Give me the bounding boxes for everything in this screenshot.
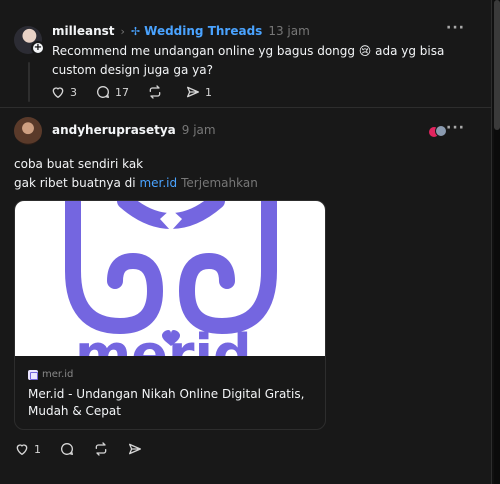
repost-icon (149, 85, 161, 99)
reply-button[interactable] (59, 441, 75, 457)
comment-icon (61, 443, 73, 455)
chevron-right-icon: › (120, 24, 125, 38)
thread-connector-line (28, 62, 30, 102)
post-header: andyheruprasetya 9 jam (52, 123, 216, 137)
like-button[interactable]: 3 (50, 84, 77, 100)
scrollbar-thumb[interactable] (494, 0, 500, 130)
merid-logo: merid (65, 201, 277, 356)
post-line-prefix: gak ribet buatnya di (14, 176, 140, 190)
post-line: coba buat sendiri kak (14, 157, 144, 171)
link-preview-meta: mer.id Mer.id - Undangan Nikah Online Di… (28, 369, 318, 420)
like-count: 1 (34, 442, 41, 456)
post-actions: 3 17 1 (50, 84, 230, 100)
repost-icon (95, 442, 107, 456)
like-count: 3 (70, 85, 77, 99)
card-title: Mer.id - Undangan Nikah Online Digital G… (28, 387, 305, 418)
post-line: gak ribet buatnya di mer.id Terjemahkan (14, 174, 474, 193)
post-divider (0, 107, 492, 108)
reply-button[interactable]: 17 (95, 84, 129, 100)
post-body: coba buat sendiri kak gak ribet buatnya … (14, 155, 474, 193)
community-link[interactable]: ✢ Wedding Threads (131, 24, 262, 38)
link-preview-image: merid (15, 201, 325, 356)
repost-button[interactable] (147, 84, 167, 100)
like-button[interactable]: 1 (14, 441, 41, 457)
translate-link[interactable]: Terjemahkan (181, 176, 258, 190)
community-icon: ✢ (130, 24, 141, 38)
more-options-icon[interactable]: ··· (446, 120, 465, 136)
share-count: 1 (205, 85, 212, 99)
post-time: 9 jam (181, 123, 216, 137)
repost-button[interactable] (93, 441, 109, 457)
card-domain: mer.id (28, 369, 318, 380)
post-body: Recommend me undangan online yg bagus do… (52, 44, 445, 77)
send-icon (129, 443, 141, 455)
follow-plus-icon[interactable]: + (31, 41, 45, 55)
thread-view: + milleanst › ✢ Wedding Threads 13 jam ·… (0, 0, 492, 484)
more-options-icon[interactable]: ··· (446, 20, 465, 36)
reply-count: 17 (115, 85, 129, 99)
card-domain-text: mer.id (42, 369, 74, 380)
link-preview-card[interactable]: merid mer.id Mer.id - Undangan Nikah Onl… (14, 200, 326, 430)
scrollbar[interactable] (494, 0, 500, 484)
post-actions: 1 (14, 441, 161, 457)
favicon-icon (28, 369, 38, 380)
heart-icon (16, 444, 28, 455)
heart-icon (52, 87, 64, 98)
logo-wordmark: merid (75, 323, 252, 356)
post-time: 13 jam (268, 24, 310, 38)
share-button[interactable] (127, 441, 143, 457)
username[interactable]: andyheruprasetya (52, 123, 176, 137)
share-button[interactable]: 1 (185, 84, 212, 100)
send-icon (187, 86, 199, 98)
avatar[interactable] (14, 117, 42, 145)
post-header: milleanst › ✢ Wedding Threads 13 jam (52, 24, 310, 38)
community-name: Wedding Threads (144, 24, 263, 38)
comment-icon (97, 86, 109, 98)
username[interactable]: milleanst (52, 24, 115, 38)
inline-link[interactable]: mer.id (139, 176, 177, 190)
